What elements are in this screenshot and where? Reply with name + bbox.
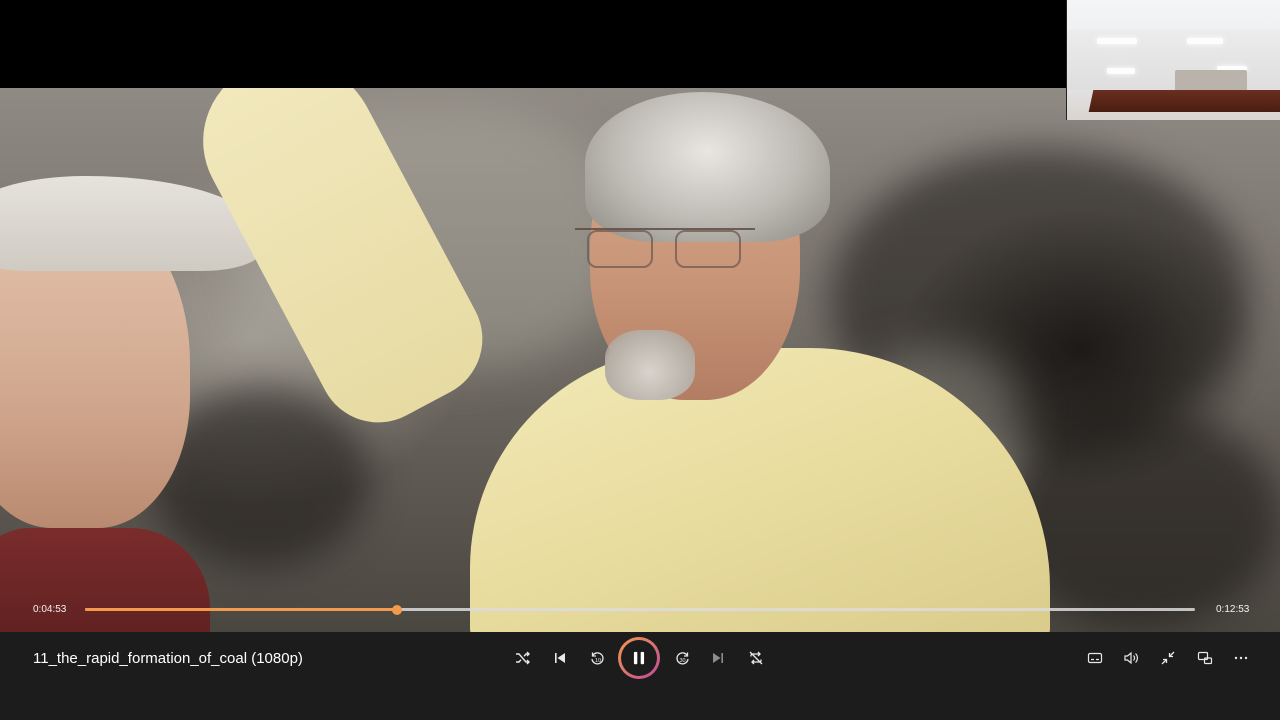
shuffle-icon — [516, 651, 530, 665]
repeat-off-icon — [749, 651, 763, 665]
more-options-icon — [1234, 656, 1248, 660]
play-pause-button[interactable] — [618, 637, 660, 679]
pause-icon — [633, 651, 645, 665]
rewind-10-button[interactable]: 10 — [585, 646, 609, 670]
forward-30-icon: 30 — [676, 652, 689, 665]
seek-progress — [85, 608, 397, 611]
cast-button[interactable] — [1193, 646, 1217, 670]
seek-row: 0:04:53 0:12:53 — [0, 596, 1280, 622]
forward-30-button[interactable]: 30 — [671, 646, 695, 670]
captions-button[interactable] — [1083, 646, 1107, 670]
lecture-desk — [1088, 90, 1280, 112]
svg-text:10: 10 — [595, 658, 601, 664]
rewind-10-icon: 10 — [591, 652, 604, 665]
seek-thumb[interactable] — [391, 605, 402, 615]
total-time: 0:12:53 — [1216, 604, 1250, 615]
person-right-hair — [585, 92, 830, 242]
repeat-button[interactable] — [744, 646, 768, 670]
seek-bar[interactable] — [85, 605, 1195, 615]
volume-button[interactable] — [1119, 646, 1143, 670]
current-time: 0:04:53 — [33, 604, 67, 615]
person-right-glasses — [575, 228, 755, 268]
video-frame[interactable] — [0, 88, 1280, 632]
more-options-button[interactable] — [1229, 646, 1253, 670]
cast-icon — [1197, 651, 1213, 665]
media-player-window: 0:04:53 0:12:53 11_the_rapid_formation_o… — [0, 0, 1280, 720]
controls-bar: 11_the_rapid_formation_of_coal (1080p) 1… — [0, 632, 1280, 720]
shuffle-button[interactable] — [511, 646, 535, 670]
media-title: 11_the_rapid_formation_of_coal (1080p) — [33, 650, 303, 667]
picture-in-picture-overlay[interactable] — [1066, 0, 1280, 120]
next-button[interactable] — [706, 646, 730, 670]
svg-text:30: 30 — [680, 658, 686, 664]
next-track-icon — [713, 653, 723, 663]
captions-icon — [1087, 652, 1103, 664]
previous-button[interactable] — [548, 646, 572, 670]
exit-fullscreen-icon — [1161, 651, 1175, 665]
exit-fullscreen-button[interactable] — [1156, 646, 1180, 670]
volume-icon — [1124, 651, 1138, 665]
previous-track-icon — [555, 653, 565, 663]
person-right-beard — [605, 330, 695, 400]
